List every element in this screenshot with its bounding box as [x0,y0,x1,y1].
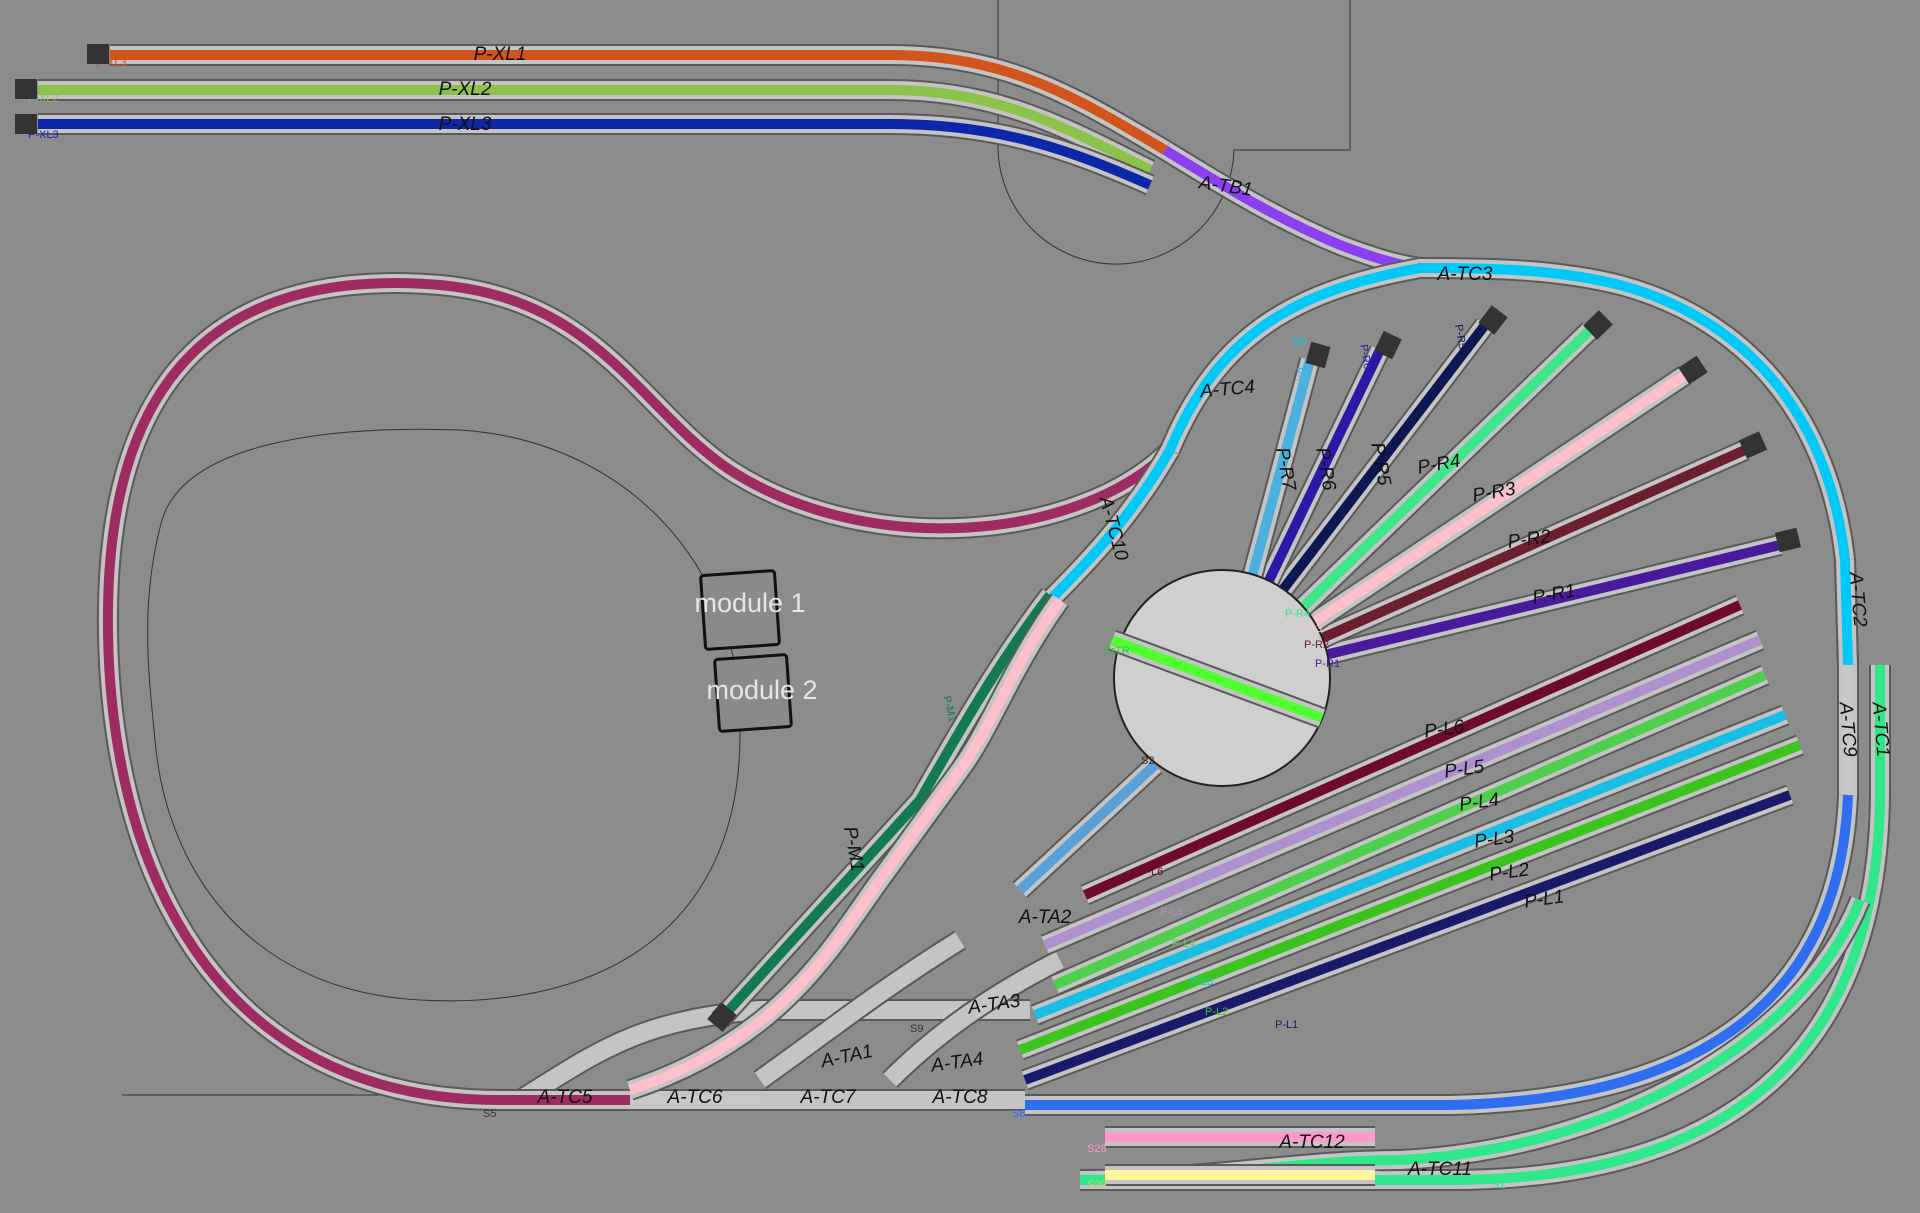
label-a-tc8: A-TC8 [932,1087,988,1108]
sensor-label: S8 [1292,336,1305,348]
end-label-p-l4: P-L4 [1172,938,1195,950]
sensor-label: S9 [910,1023,923,1035]
sensor-label: SrTR [1104,645,1130,657]
buffer-stop [87,44,109,64]
end-label-p-l2: P-L2 [1205,1006,1228,1018]
end-label-p-l3: P-L3 [1190,976,1213,988]
buffer-stop [15,79,37,99]
turntable[interactable] [1108,569,1331,787]
sensor-label: S1 [1492,1179,1505,1191]
sensor-label: S2 [1493,1143,1506,1155]
label-p-xl2: P-XL2 [439,79,492,100]
buffer-stop [15,114,37,134]
end-label-p-l5: P-L5 [1160,906,1183,918]
label-a-ta2: A-TA2 [1018,907,1072,928]
module-2-label: module 2 [706,675,817,705]
sensor-label: S5 [483,1108,496,1120]
label-a-tc12: A-TC12 [1278,1132,1345,1153]
end-label-p-r2: P-R2 [1304,639,1329,651]
label-a-tc3: A-TC3 [1437,264,1493,285]
module-1-label: module 1 [694,588,805,618]
label-a-tc11: A-TC11 [1407,1159,1472,1180]
end-label-p-r3: P-R3 [1297,623,1322,635]
sensor-label: S2 [1141,755,1154,767]
label-p-xl1: P-XL1 [474,44,527,65]
label-a-tc7: A-TC7 [800,1087,857,1108]
end-label-p-r4: P-R4 [1285,608,1310,620]
track-plan-canvas: P-XL1P-XL2P-XL3A-TB1A-TC3A-TC4A-TC10A-TC… [0,0,1920,1208]
end-label-p-l6: P-L6 [1140,866,1163,878]
label-a-tc5: A-TC5 [537,1087,593,1108]
sensor-label: S29 [1087,1179,1107,1191]
end-label-p-l1: P-L1 [1275,1019,1298,1031]
track-layout-diagram: P-XL1 P-XL2 P-XL3 A-TB1 A-TC3 A-TC4 A-TC10 A-TC… [0,0,1920,1208]
end-label-p-r1: P-R1 [1315,658,1340,670]
sensor-label: S28 [1087,1143,1107,1155]
sensor-label: S6 [1012,1108,1025,1120]
label-a-tc6: A-TC6 [667,1087,723,1108]
label-p-xl3: P-XL3 [439,114,492,135]
